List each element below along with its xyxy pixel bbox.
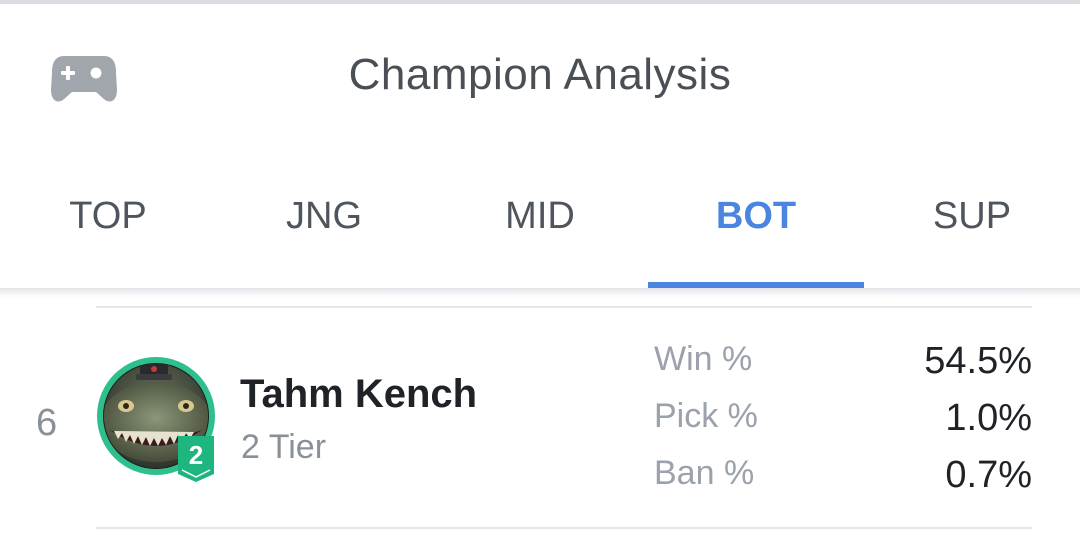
champion-list: 6 2 Tahm Kench 2 Tier Win % 54.5% Pick %… [0, 298, 1080, 539]
row-divider [96, 306, 1032, 308]
champion-rank: 6 [36, 402, 58, 444]
position-tabs: TOP JNG MID BOT SUP [0, 152, 1080, 288]
tab-label: SUP [932, 194, 1012, 237]
win-rate-value: 54.5% [924, 340, 1032, 382]
app-header: Champion Analysis [0, 4, 1080, 152]
win-rate-label: Win % [654, 340, 753, 378]
tab-mid[interactable]: MID [432, 152, 648, 288]
tab-label: JNG [286, 194, 362, 237]
tab-sup[interactable]: SUP [864, 152, 1080, 288]
page-title: Champion Analysis [348, 50, 732, 99]
row-divider [96, 527, 1032, 529]
tab-jng[interactable]: JNG [216, 152, 432, 288]
ban-rate-value: 0.7% [945, 454, 1032, 496]
ban-rate-label: Ban % [654, 454, 755, 492]
tab-label: MID [505, 194, 575, 237]
tab-label: BOT [715, 194, 797, 237]
list-item[interactable]: 6 2 Tahm Kench 2 Tier Win % 54.5% Pick %… [0, 310, 1080, 526]
tabs-shadow [0, 288, 1080, 298]
tab-label: TOP [69, 194, 147, 237]
tier-badge-number: 2 [189, 440, 203, 470]
tab-top[interactable]: TOP [0, 152, 216, 288]
pick-rate-label: Pick % [654, 397, 758, 435]
champion-tier: 2 Tier [241, 428, 327, 466]
pick-rate-value: 1.0% [945, 397, 1032, 439]
champion-name: Tahm Kench [240, 372, 478, 416]
tab-bot[interactable]: BOT [648, 152, 864, 288]
tier-badge-icon: 2 [178, 436, 214, 482]
